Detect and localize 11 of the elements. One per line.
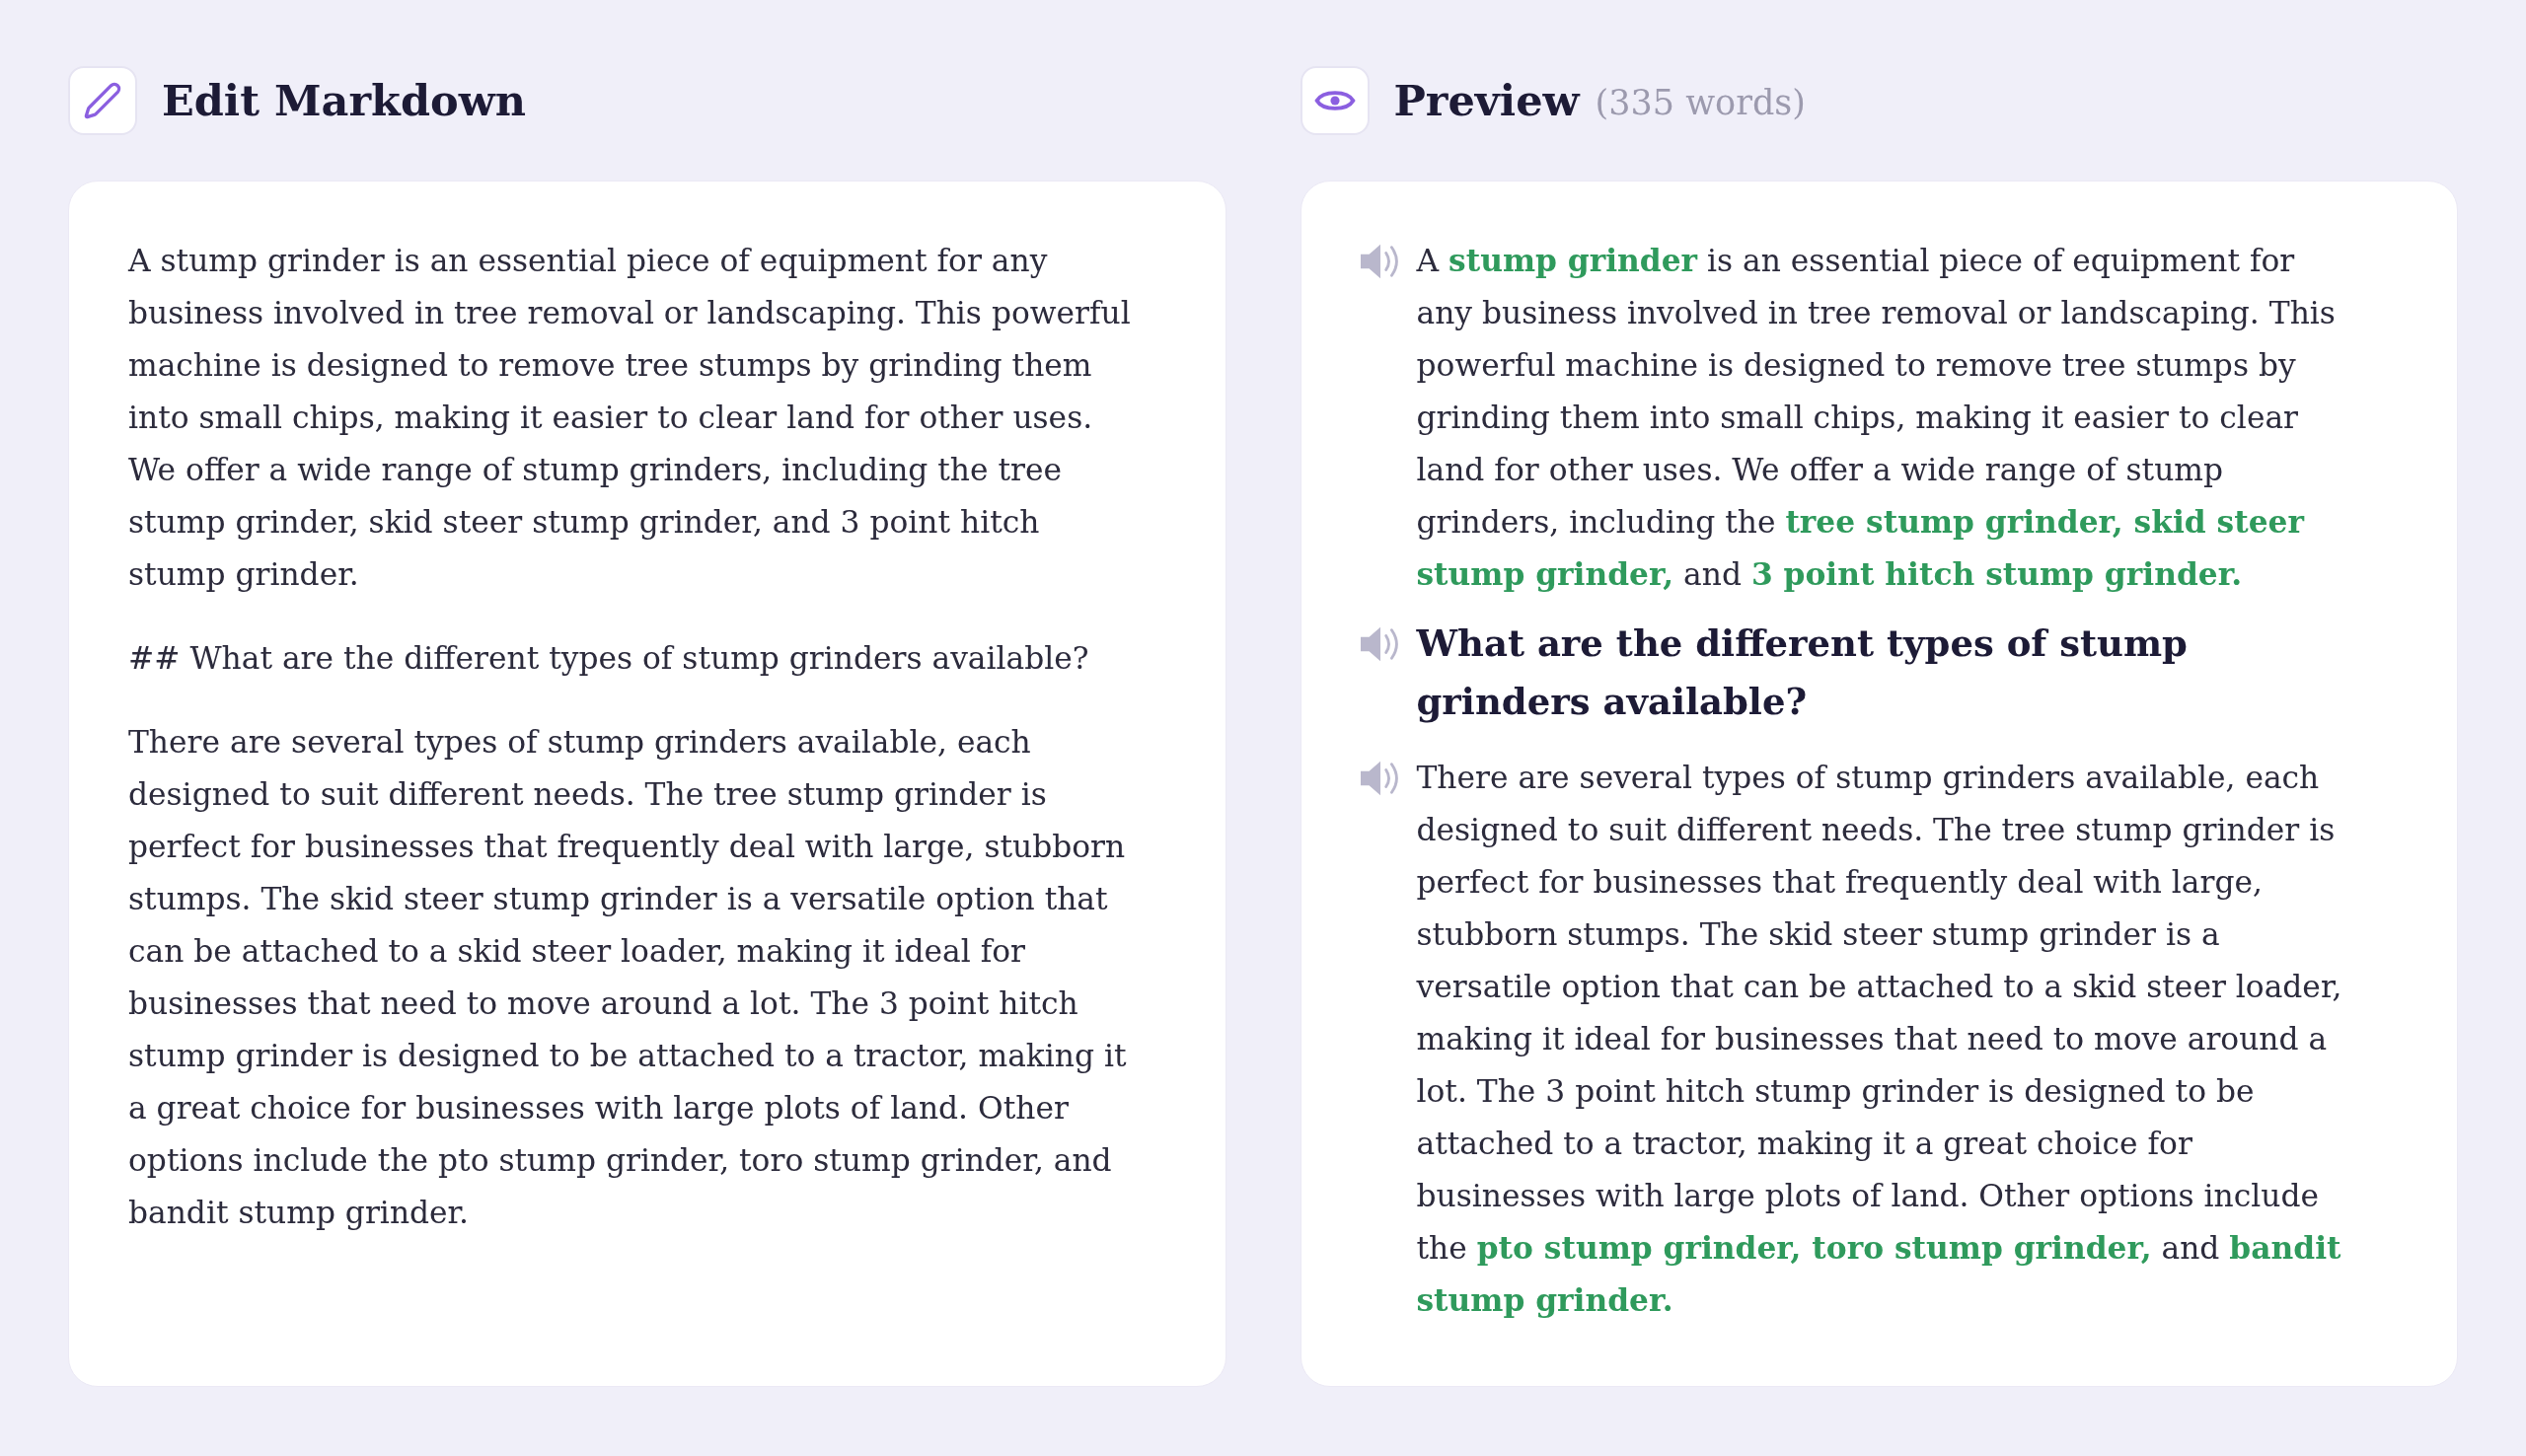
word-count: (335 words) xyxy=(1595,85,1806,120)
preview-paragraph: A stump grinder is an essential piece of equipment for any business involved in tree removal or landscaping. This powerful machine is designed to remove tree stumps by grinding them into small chips, making it easier to clear land for other uses. We offer a wide range of stump grinders, including the tree stump grinder, skid steer stump grinder, and 3 point hitch stump grinder. xyxy=(1416,242,2337,594)
eye-icon xyxy=(1300,66,1370,135)
markdown-text: There are several types of stump grinders available, each designed to suit different needs. The tree stump grinder is perfect for businesses that frequently deal with large, stubborn stumps. The skid steer stump grinder is a versatile option that can be attached to a skid steer loader, making it ideal for businesses that need to move around a lot. The 3 point hitch stump grinder is designed to be attached to a tractor, making it a great choice for businesses with large plots of land. Other options include the pto stump grinder, toro stump grinder, and bandit stump grinder. xyxy=(128,723,1128,1232)
preview-paragraph: There are several types of stump grinders available, each designed to suit different needs. The tree stump grinder is perfect for businesses that frequently deal with large, stubborn stumps. The skid steer stump grinder is a versatile option that can be attached to a skid steer loader, making it ideal for businesses that need to move around a lot. The 3 point hitch stump grinder is designed to be attached to a tractor, making it a great choice for businesses with large plots of land. Other options include the pto stump grinder, toro stump grinder, and bandit stump grinder. xyxy=(1416,759,2343,1320)
preview-title: Preview xyxy=(1393,79,1580,122)
pencil-icon xyxy=(68,66,137,135)
editor-title: Edit Markdown xyxy=(162,79,526,122)
preview-heading: What are the different types of stump grinders available? xyxy=(1416,620,2189,725)
markdown-text: ## What are the different types of stump grinders available? xyxy=(128,639,1090,678)
markdown-text: A stump grinder is an essential piece of equipment for any business involved in tree removal or landscaping. This powerful machine is designed to remove tree stumps by grinding them into small chips, making it easier to clear land for other uses. We offer a wide range of stump grinders, including the tree stump grinder, skid steer stump grinder, and 3 point hitch stump grinder. xyxy=(128,242,1132,594)
